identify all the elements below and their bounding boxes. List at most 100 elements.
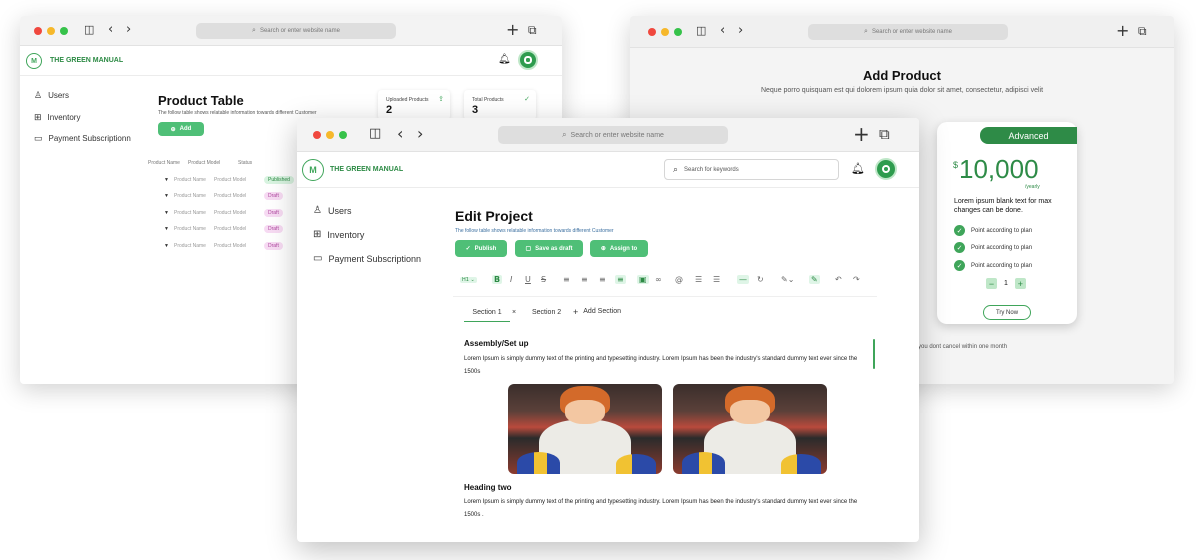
bell-icon[interactable]: 🔔︎ — [851, 162, 865, 175]
maximize-dot[interactable] — [60, 27, 68, 35]
mention-icon[interactable]: @ — [675, 275, 683, 284]
align-left-icon[interactable]: ≡ — [563, 275, 570, 284]
try-now-button[interactable]: Try Now — [983, 305, 1031, 320]
expand-icon[interactable]: ▼ — [164, 193, 174, 199]
url-bar[interactable]: ⌕ Search or enter website name — [808, 24, 1008, 40]
tabs-icon[interactable]: ⧉ — [1138, 24, 1147, 39]
avatar[interactable] — [875, 158, 897, 180]
expand-icon[interactable]: ▼ — [164, 210, 174, 216]
expand-icon[interactable]: ▼ — [164, 177, 174, 183]
search-input[interactable]: ⌕ Search for keywords — [664, 159, 839, 180]
stat-label: Total Products — [472, 97, 504, 103]
table-row[interactable]: ▼ Product Name Product Model Draft — [164, 192, 283, 200]
close-dot[interactable] — [648, 28, 656, 36]
sidebar-item-inventory[interactable]: ⊞ Inventory — [34, 112, 80, 123]
pen-icon[interactable]: ✎⌄ — [781, 275, 794, 284]
minimize-dot[interactable] — [661, 28, 669, 36]
maximize-dot[interactable] — [339, 131, 347, 139]
bell-icon[interactable]: 🔔︎ — [498, 54, 511, 65]
align-center-icon[interactable]: ≡ — [581, 275, 588, 284]
plus-icon: + — [573, 307, 579, 317]
image-icon[interactable]: ▣ — [637, 275, 649, 284]
content-image[interactable] — [673, 384, 827, 474]
url-placeholder: Search or enter website name — [570, 131, 664, 139]
back-icon[interactable]: ‹ — [397, 124, 403, 143]
heading-select[interactable]: H1 ⌄ — [460, 277, 477, 283]
align-justify-icon[interactable]: ≡ — [615, 275, 626, 284]
redo-icon[interactable]: ↷ — [853, 275, 860, 284]
expand-icon[interactable]: ▼ — [164, 243, 174, 249]
link-icon[interactable]: ∞ — [655, 275, 662, 284]
table-row[interactable]: ▼ Product Name Product Model Draft — [164, 209, 283, 217]
forward-icon[interactable]: › — [126, 22, 131, 37]
highlight-icon[interactable]: ✎ — [809, 275, 820, 284]
bullet-list-icon[interactable]: ☰ — [695, 275, 702, 284]
history-icon[interactable]: ↻ — [757, 275, 764, 284]
url-bar[interactable]: ⌕ Search or enter website name — [498, 126, 728, 144]
sidebar-item-users[interactable]: ♙ Users — [34, 90, 69, 101]
feature-text: Point according to plan — [971, 262, 1033, 269]
cell-model: Product Model — [214, 210, 247, 216]
tab-section-2[interactable]: Section 2 — [532, 309, 561, 316]
assign-button[interactable]: ⊕ Assign to — [590, 240, 648, 257]
check-circle-icon: ✓ — [954, 225, 965, 236]
forward-icon[interactable]: › — [417, 124, 423, 143]
new-tab-icon[interactable]: + — [506, 20, 519, 39]
underline-icon[interactable]: U — [525, 275, 531, 284]
content-image[interactable] — [508, 384, 662, 474]
price-period: /yearly — [1025, 184, 1040, 190]
expand-icon[interactable]: ▼ — [164, 226, 174, 232]
sidebar-toggle-icon[interactable]: ◫ — [84, 23, 94, 36]
italic-icon[interactable]: I — [510, 275, 512, 284]
table-row[interactable]: ▼ Product Name Product Model Published — [164, 176, 294, 184]
decrement-button[interactable]: − — [986, 278, 997, 289]
save-draft-button[interactable]: ▢ Save as draft — [515, 240, 583, 257]
window-controls — [34, 27, 68, 35]
publish-label: Publish — [474, 245, 497, 252]
user-icon: ♙ — [34, 90, 43, 100]
avatar[interactable] — [518, 50, 538, 70]
sidebar-item-payment[interactable]: ▭ Payment Subscriptionn — [313, 253, 421, 264]
new-tab-icon[interactable]: + — [1116, 21, 1129, 40]
minimize-dot[interactable] — [326, 131, 334, 139]
status-badge: Draft — [264, 192, 283, 200]
forward-icon[interactable]: › — [738, 23, 743, 38]
minimize-dot[interactable] — [47, 27, 55, 35]
divider-icon[interactable]: — — [737, 275, 749, 284]
new-tab-icon[interactable]: + — [853, 122, 870, 146]
scrollbar[interactable] — [873, 339, 875, 369]
feature-text: Point according to plan — [971, 244, 1033, 251]
sidebar-toggle-icon[interactable]: ◫ — [369, 126, 381, 141]
feature-item: ✓ Point according to plan — [954, 242, 1032, 253]
numbered-list-icon[interactable]: ☰ — [713, 275, 720, 284]
align-right-icon[interactable]: ≡ — [599, 275, 606, 284]
add-button[interactable]: ⊕ Add — [158, 122, 204, 136]
close-dot[interactable] — [313, 131, 321, 139]
back-icon[interactable]: ‹ — [108, 22, 113, 37]
undo-icon[interactable]: ↶ — [835, 275, 842, 284]
sidebar-item-payment[interactable]: ▭ Payment Subscriptionn — [34, 133, 131, 144]
tab-section-1[interactable]: Section 1 — [464, 309, 510, 322]
increment-button[interactable]: + — [1014, 278, 1026, 289]
close-tab-icon[interactable]: × — [512, 309, 516, 316]
bold-icon[interactable]: B — [492, 275, 503, 284]
assign-label: Assign to — [609, 245, 638, 252]
sidebar-item-inventory[interactable]: ⊞ Inventory — [313, 229, 364, 240]
maximize-dot[interactable] — [674, 28, 682, 36]
sidebar-toggle-icon[interactable]: ◫ — [696, 24, 706, 37]
cell-name: Product Name — [174, 193, 206, 199]
tabs-icon[interactable]: ⧉ — [879, 125, 890, 143]
stat-card: Uploaded Products ⇪ 2 — [378, 90, 450, 120]
table-row[interactable]: ▼ Product Name Product Model Draft — [164, 225, 283, 233]
table-row[interactable]: ▼ Product Name Product Model Draft — [164, 242, 283, 250]
back-icon[interactable]: ‹ — [720, 23, 725, 38]
strikethrough-icon[interactable]: S — [541, 275, 546, 284]
add-section-button[interactable]: + Add Section — [573, 307, 621, 317]
sidebar-item-users[interactable]: ♙ Users — [313, 205, 351, 216]
plus-circle-icon: ⊕ — [170, 126, 176, 133]
tabs-icon[interactable]: ⧉ — [528, 23, 537, 38]
browser-toolbar: ◫ ‹ › ⌕ Search or enter website name + ⧉ — [297, 118, 919, 152]
close-dot[interactable] — [34, 27, 42, 35]
publish-button[interactable]: ✓ Publish — [455, 240, 507, 257]
url-bar[interactable]: ⌕ Search or enter website name — [196, 23, 396, 39]
